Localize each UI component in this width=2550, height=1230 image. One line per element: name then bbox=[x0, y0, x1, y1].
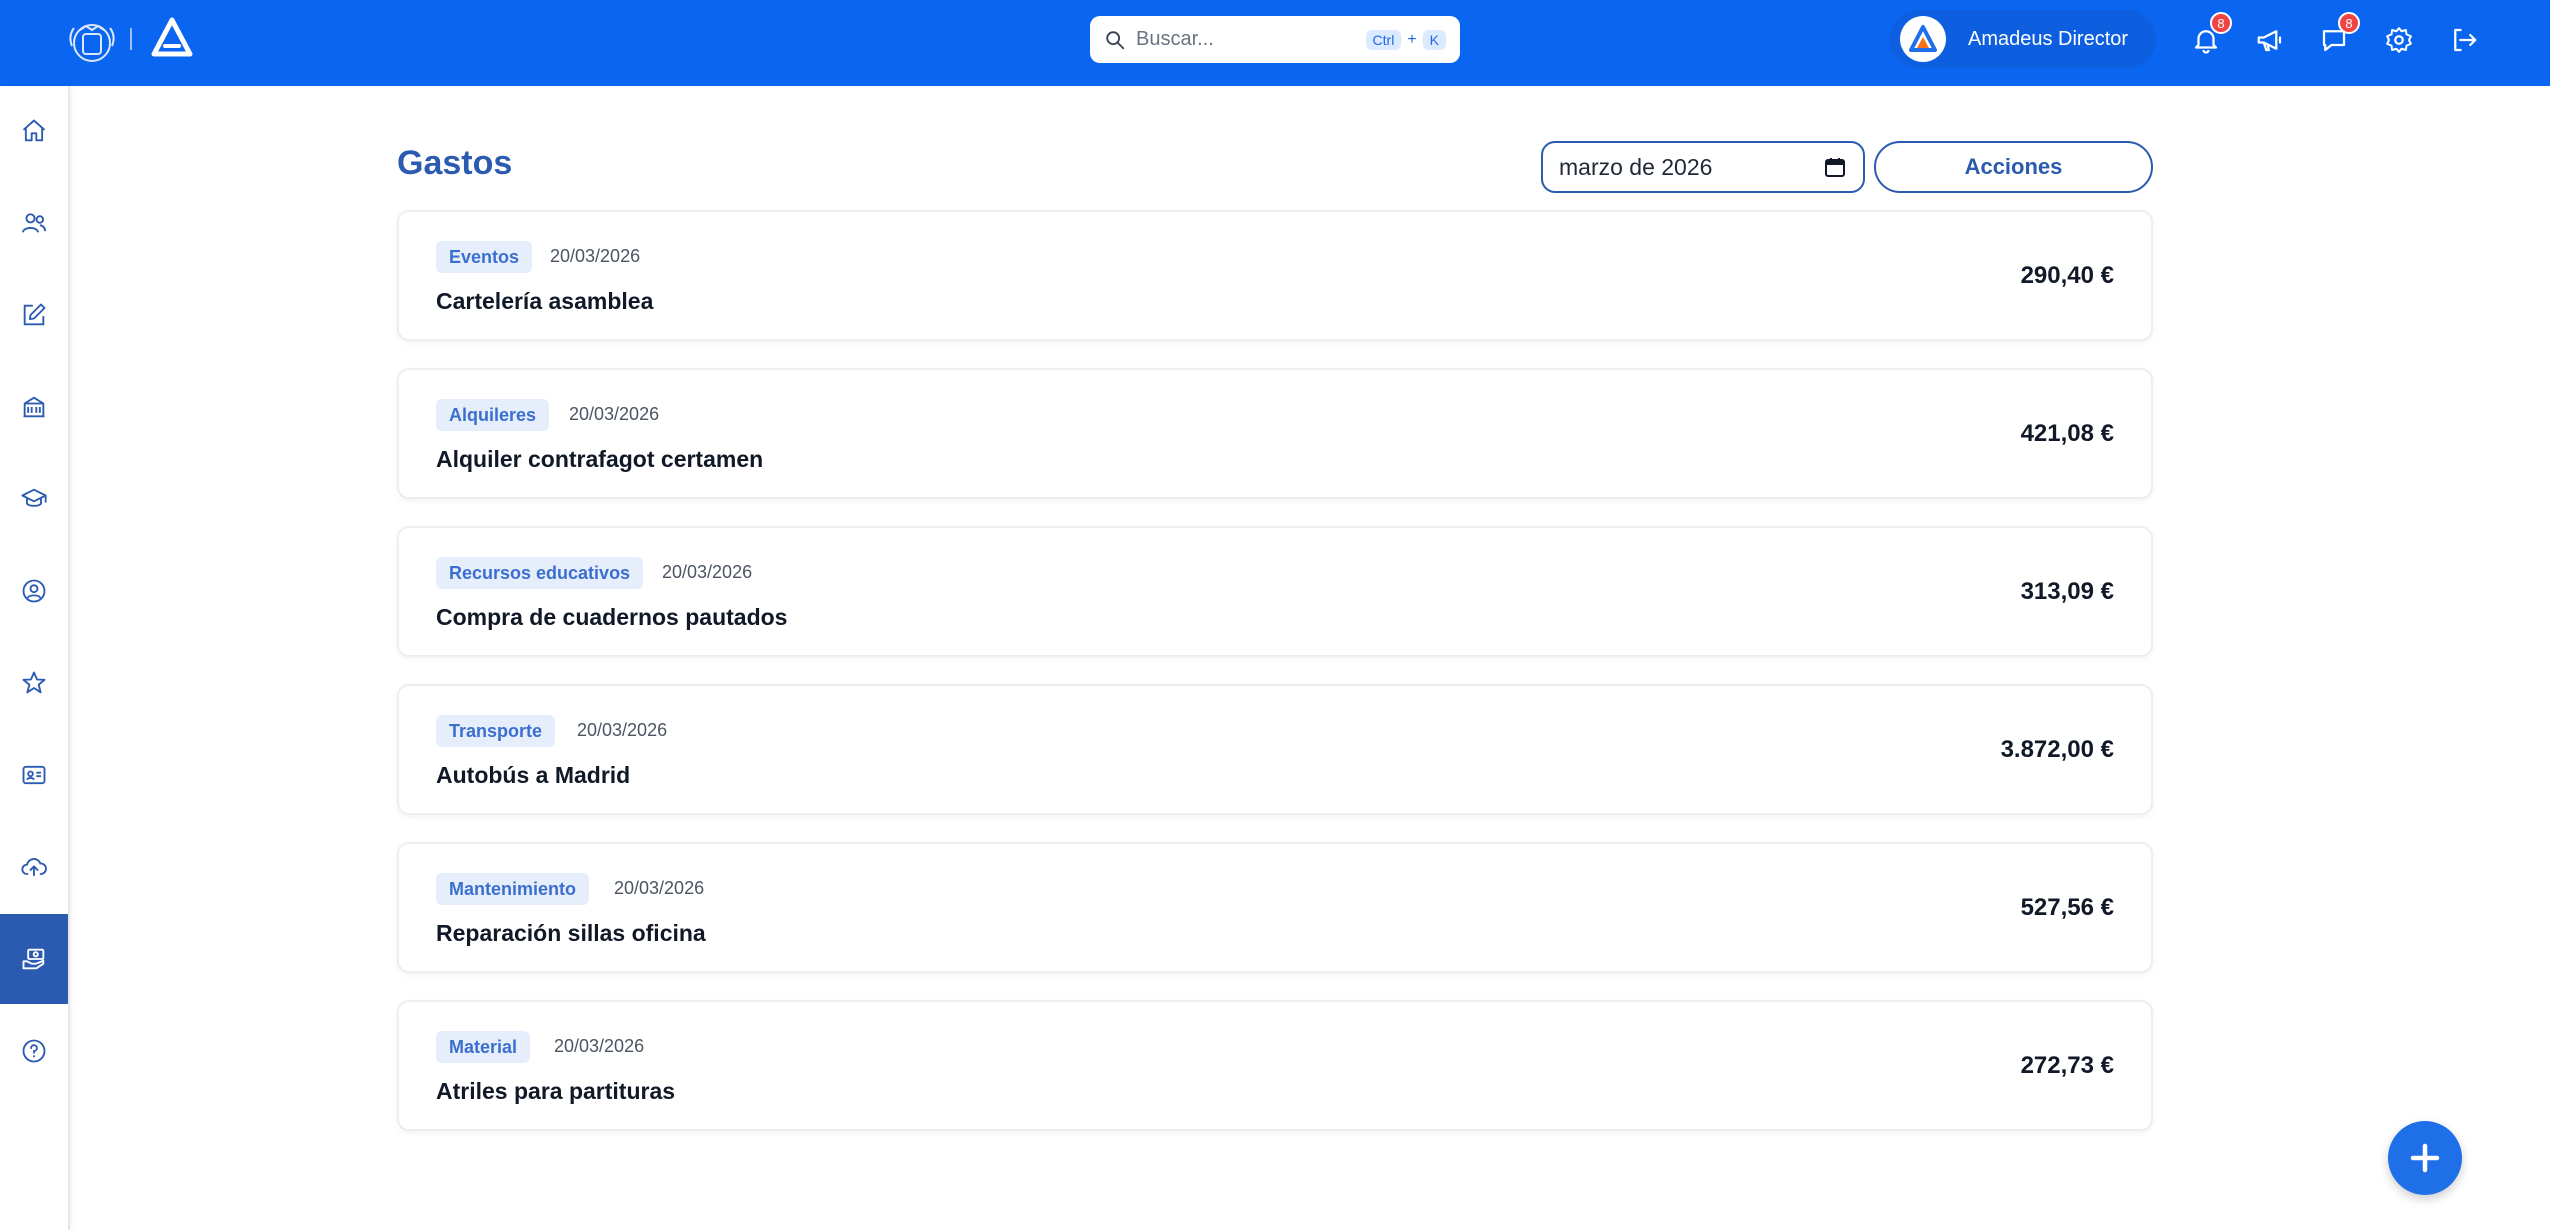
expense-card[interactable]: Recursos educativos 20/03/2026 Compra de… bbox=[397, 526, 2153, 657]
app-logo-icon[interactable] bbox=[150, 16, 194, 60]
expense-title: Alquiler contrafagot certamen bbox=[436, 446, 764, 472]
expense-amount: 527,56 € bbox=[2020, 894, 2114, 921]
month-picker-value: marzo de 2026 bbox=[1559, 153, 1713, 180]
messages-button[interactable]: 8 bbox=[2316, 12, 2360, 58]
settings-button[interactable] bbox=[2381, 22, 2417, 58]
search-icon bbox=[1106, 30, 1125, 49]
expense-date: 20/03/2026 bbox=[614, 878, 705, 898]
home-icon bbox=[22, 119, 46, 142]
user-name: Amadeus Director bbox=[1968, 27, 2129, 50]
logo-separator bbox=[130, 28, 132, 50]
graduation-cap-icon bbox=[21, 488, 47, 507]
shortcut-key: K bbox=[1422, 29, 1446, 50]
top-bar: Buscar... Ctrl + K Amadeus Director 8 8 bbox=[0, 0, 2550, 86]
month-picker[interactable]: marzo de 2026 bbox=[1541, 141, 1865, 193]
building-icon bbox=[23, 396, 45, 418]
expense-card[interactable]: Eventos 20/03/2026 Cartelería asamblea 2… bbox=[397, 210, 2153, 341]
expense-amount: 290,40 € bbox=[2020, 262, 2114, 289]
gear-icon bbox=[2386, 27, 2412, 53]
sidebar-item-cards[interactable] bbox=[0, 730, 68, 820]
sidebar-item-users[interactable] bbox=[0, 178, 68, 268]
messages-badge: 8 bbox=[2338, 12, 2360, 34]
shortcut-ctrl: Ctrl bbox=[1365, 29, 1402, 50]
expense-title: Reparación sillas oficina bbox=[436, 920, 706, 946]
expense-card[interactable]: Alquileres 20/03/2026 Alquiler contrafag… bbox=[397, 368, 2153, 499]
shortcut-plus: + bbox=[1407, 30, 1417, 48]
edit-icon bbox=[23, 303, 46, 326]
notifications-badge: 8 bbox=[2210, 12, 2232, 34]
sidebar-item-edit[interactable] bbox=[0, 270, 68, 360]
star-icon bbox=[22, 671, 46, 694]
actions-button[interactable]: Acciones bbox=[1874, 141, 2153, 193]
sidebar-item-expenses[interactable] bbox=[0, 914, 68, 1004]
category-tag: Material bbox=[436, 1031, 531, 1063]
expense-amount: 3.872,00 € bbox=[2000, 736, 2114, 763]
expense-date: 20/03/2026 bbox=[554, 1036, 645, 1056]
sidebar-item-profile[interactable] bbox=[0, 546, 68, 636]
expense-amount: 313,09 € bbox=[2020, 578, 2114, 605]
sidebar-item-home[interactable] bbox=[0, 86, 68, 176]
search-input[interactable]: Buscar... bbox=[1136, 28, 1366, 51]
expense-title: Autobús a Madrid bbox=[436, 762, 631, 788]
user-circle-icon bbox=[22, 579, 46, 603]
money-hand-icon bbox=[22, 948, 45, 970]
expense-title: Compra de cuadernos pautados bbox=[436, 604, 788, 630]
help-icon bbox=[22, 1039, 46, 1063]
category-tag: Eventos bbox=[436, 241, 533, 273]
plus-icon bbox=[2410, 1143, 2440, 1173]
logout-button[interactable] bbox=[2446, 22, 2482, 58]
users-icon bbox=[21, 213, 47, 233]
search-bar[interactable]: Buscar... Ctrl + K bbox=[1090, 16, 1460, 63]
notifications-button[interactable]: 8 bbox=[2188, 12, 2232, 58]
announcements-button[interactable] bbox=[2252, 22, 2288, 58]
sidebar-item-help[interactable] bbox=[0, 1006, 68, 1096]
avatar bbox=[1900, 16, 1946, 62]
category-tag: Alquileres bbox=[436, 399, 550, 431]
expense-date: 20/03/2026 bbox=[550, 246, 641, 266]
id-card-icon bbox=[22, 765, 46, 785]
category-tag: Recursos educativos bbox=[436, 557, 644, 589]
expense-date: 20/03/2026 bbox=[577, 720, 668, 740]
user-menu-button[interactable]: Amadeus Director bbox=[1890, 10, 2156, 68]
expense-date: 20/03/2026 bbox=[569, 404, 660, 424]
sidebar-item-favorites[interactable] bbox=[0, 638, 68, 728]
expense-card[interactable]: Mantenimiento 20/03/2026 Reparación sill… bbox=[397, 842, 2153, 973]
sidebar-item-centers[interactable] bbox=[0, 362, 68, 452]
expense-card[interactable]: Transporte 20/03/2026 Autobús a Madrid 3… bbox=[397, 684, 2153, 815]
category-tag: Mantenimiento bbox=[436, 873, 590, 905]
megaphone-icon bbox=[2257, 30, 2282, 52]
page-title: Gastos bbox=[397, 144, 513, 182]
expense-card[interactable]: Material 20/03/2026 Atriles para partitu… bbox=[397, 1000, 2153, 1131]
sidebar bbox=[0, 86, 70, 1230]
cloud-upload-icon bbox=[21, 858, 47, 877]
crest-logo-icon[interactable] bbox=[64, 16, 120, 70]
expense-title: Atriles para partituras bbox=[436, 1078, 676, 1104]
category-tag: Transporte bbox=[436, 715, 556, 747]
expense-amount: 421,08 € bbox=[2020, 420, 2114, 447]
expense-date: 20/03/2026 bbox=[662, 562, 753, 582]
logout-icon bbox=[2454, 28, 2477, 52]
sidebar-item-education[interactable] bbox=[0, 454, 68, 544]
expense-amount: 272,73 € bbox=[2020, 1052, 2114, 1079]
calendar-icon[interactable] bbox=[1823, 155, 1847, 179]
expenses-list: Eventos 20/03/2026 Cartelería asamblea 2… bbox=[397, 210, 2153, 1158]
expense-title: Cartelería asamblea bbox=[436, 288, 654, 314]
add-expense-button[interactable] bbox=[2388, 1121, 2462, 1195]
sidebar-item-uploads[interactable] bbox=[0, 822, 68, 912]
